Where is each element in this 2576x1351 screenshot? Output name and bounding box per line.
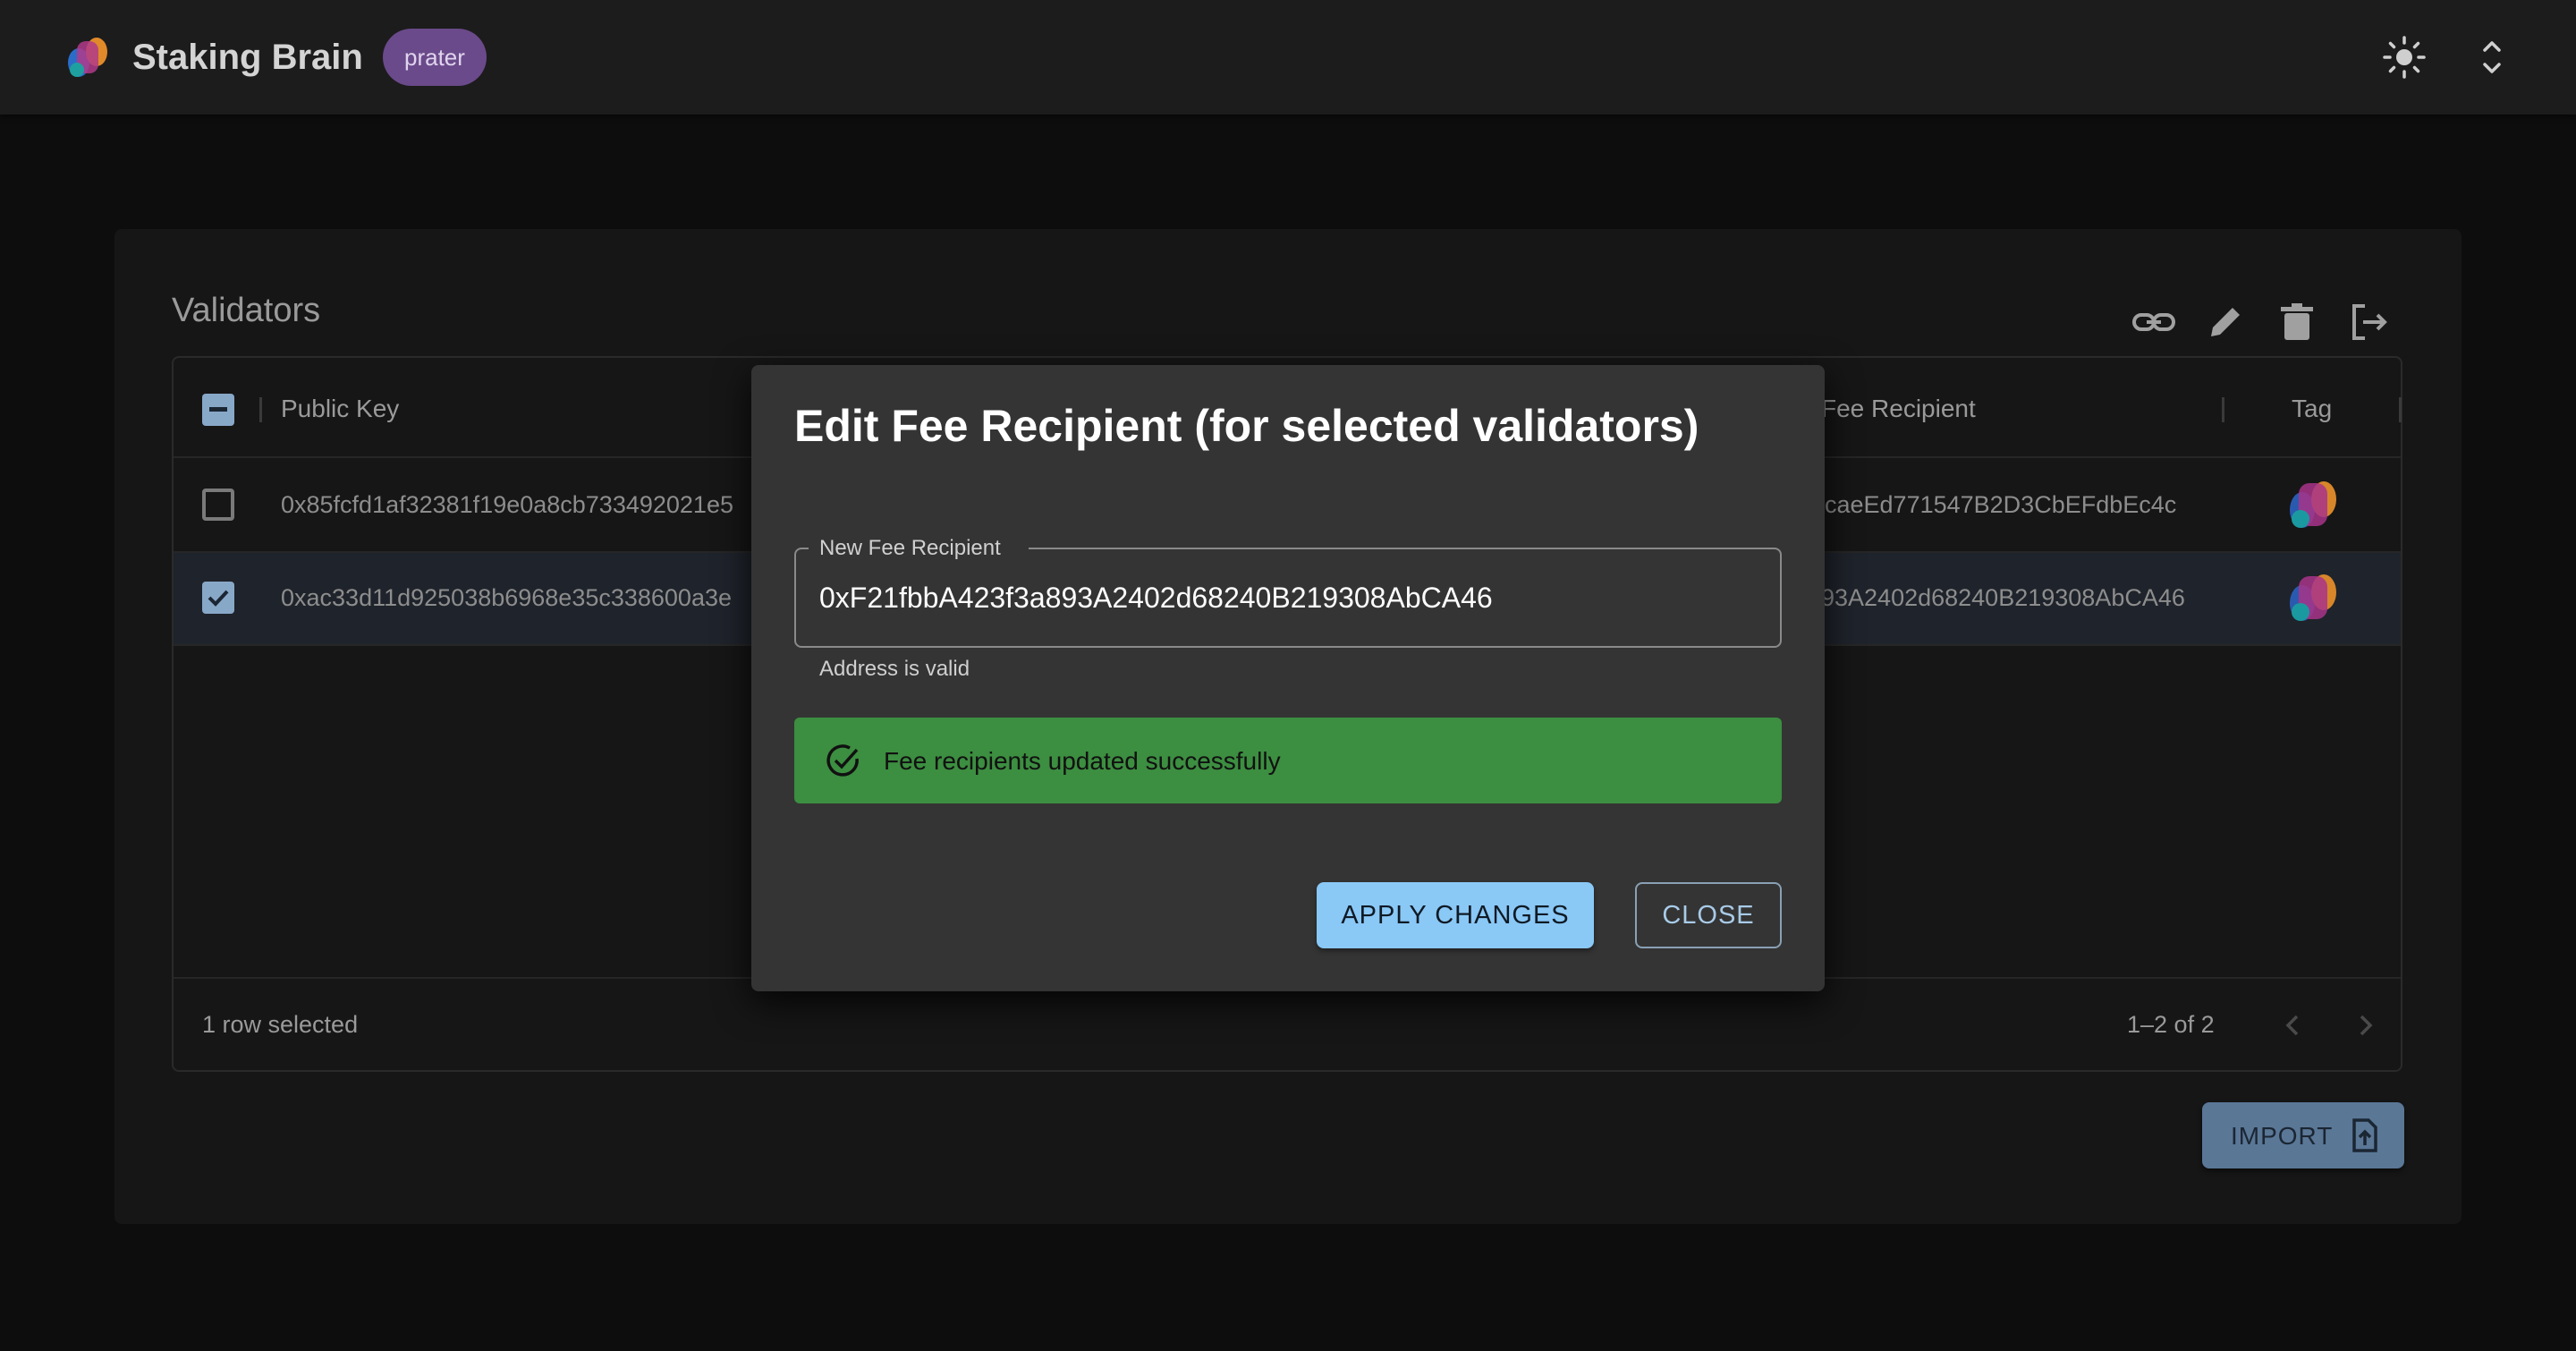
pagination-info: 1–2 of 2: [2127, 1011, 2215, 1038]
cell-fee-recipient: caeEd771547B2D3CbEFdbEc4c: [1825, 491, 2177, 518]
row-checkbox[interactable]: [202, 489, 234, 521]
next-page-icon[interactable]: [2351, 1007, 2379, 1043]
header-tag[interactable]: Tag: [2292, 395, 2332, 423]
field-helper-text: Address is valid: [819, 657, 970, 681]
dappnode-tag-icon: [2290, 481, 2336, 528]
network-chip: prater: [383, 29, 487, 86]
prev-page-icon[interactable]: [2279, 1007, 2308, 1043]
card-title: Validators: [172, 292, 321, 329]
field-label: New Fee Recipient: [819, 536, 1001, 560]
expand-icon[interactable]: [2467, 32, 2517, 82]
cell-public-key: 0xac33d11d925038b6968e35c338600a3e: [281, 584, 732, 611]
selection-count: 1 row selected: [202, 1011, 359, 1038]
exit-icon[interactable]: [2343, 297, 2394, 347]
header-public-key[interactable]: Public Key: [281, 395, 399, 423]
header-fee-recipient[interactable]: Fee Recipient: [1821, 395, 1976, 423]
column-separator[interactable]: [2222, 397, 2224, 422]
close-button[interactable]: CLOSE: [1635, 882, 1782, 948]
apply-changes-button[interactable]: APPLY CHANGES: [1317, 882, 1594, 948]
check-circle-icon: [826, 744, 859, 777]
delete-icon[interactable]: [2272, 297, 2322, 347]
dappnode-tag-icon: [2290, 574, 2336, 621]
row-checkbox[interactable]: [202, 582, 234, 614]
cell-fee-recipient: 93A2402d68240B219308AbCA46: [1821, 584, 2185, 611]
cell-public-key: 0x85fcfd1af32381f19e0a8cb733492021e5: [281, 491, 733, 518]
dialog-title: Edit Fee Recipient (for selected validat…: [794, 401, 1699, 451]
column-separator[interactable]: [2399, 397, 2402, 422]
alert-message: Fee recipients updated successfully: [884, 747, 1281, 775]
theme-toggle-icon[interactable]: [2379, 32, 2429, 82]
fee-recipient-value[interactable]: 0xF21fbbA423f3a893A2402d68240B219308AbCA…: [819, 580, 1493, 616]
import-button-label: IMPORT: [2231, 1122, 2334, 1150]
file-upload-icon: [2352, 1118, 2377, 1152]
select-all-checkbox[interactable]: [202, 394, 234, 426]
app-logo: [68, 38, 107, 77]
column-separator[interactable]: [259, 397, 262, 422]
edit-icon[interactable]: [2200, 297, 2250, 347]
app-title: Staking Brain: [132, 38, 363, 77]
link-icon[interactable]: [2129, 297, 2179, 347]
